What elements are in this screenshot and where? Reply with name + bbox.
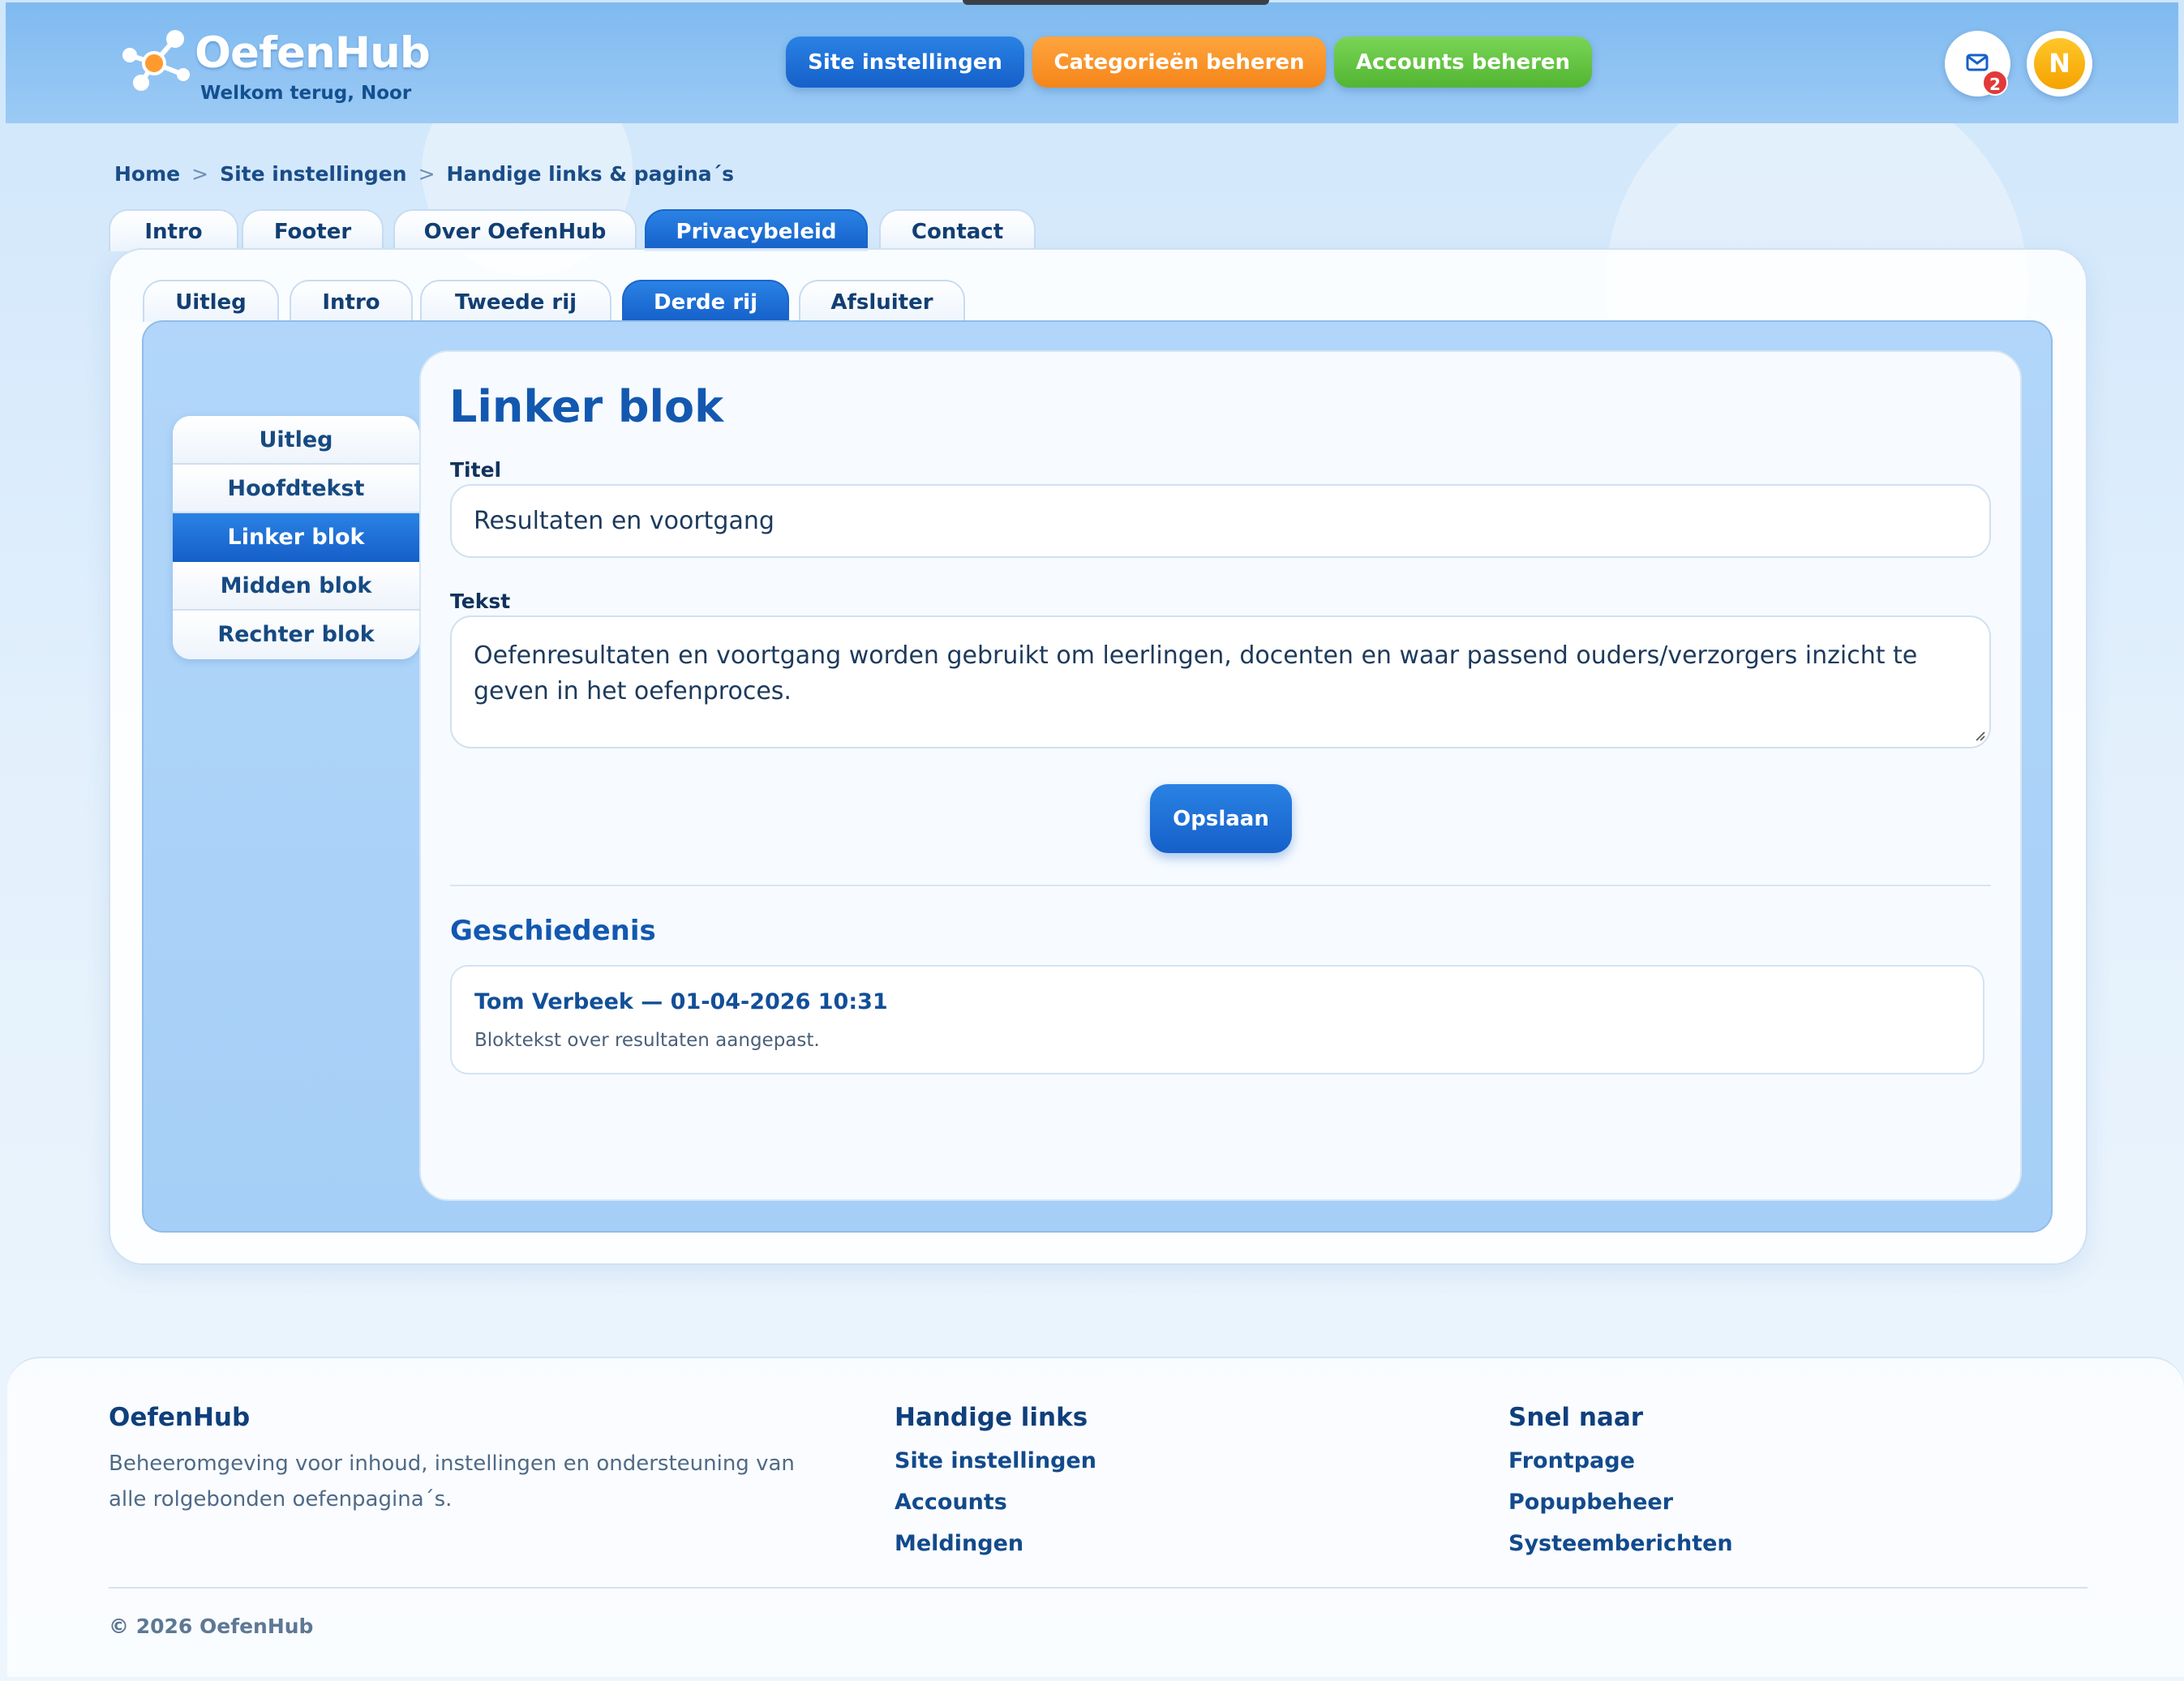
title-input[interactable]: [450, 484, 1991, 558]
footer-link-systeemberichten[interactable]: Systeemberichten: [1508, 1531, 1733, 1556]
top-header: OefenHub Welkom terug, Noor Site instell…: [6, 0, 2178, 123]
footer-copyright: © 2026 OefenHub: [109, 1615, 314, 1638]
subtab-tweede-rij[interactable]: Tweede rij: [420, 280, 611, 322]
tab-privacybeleid[interactable]: Privacybeleid: [645, 209, 868, 251]
side-menu-rechter-blok[interactable]: Rechter blok: [173, 611, 419, 659]
mail-button[interactable]: 2: [1945, 31, 2010, 96]
manage-accounts-button[interactable]: Accounts beheren: [1334, 36, 1592, 88]
tab-intro[interactable]: Intro: [109, 209, 238, 251]
breadcrumb-separator: >: [418, 162, 436, 186]
welcome-text: Welkom terug, Noor: [200, 83, 412, 104]
footer-title-handige-links: Handige links: [895, 1403, 1088, 1432]
subtab-derde-rij[interactable]: Derde rij: [622, 280, 789, 322]
avatar[interactable]: N: [2027, 31, 2092, 96]
mail-icon: [1966, 54, 1989, 71]
breadcrumb-current: Handige links & pagina´s: [446, 162, 735, 186]
side-menu-linker-blok[interactable]: Linker blok: [173, 513, 419, 562]
save-button[interactable]: Opslaan: [1150, 784, 1292, 853]
tab-footer[interactable]: Footer: [242, 209, 384, 251]
footer-link-site-settings[interactable]: Site instellingen: [895, 1448, 1096, 1473]
history-item: Tom Verbeek — 01-04-2026 10:31 Bloktekst…: [450, 965, 1984, 1074]
breadcrumb-separator: >: [191, 162, 209, 186]
section-divider: [450, 885, 1991, 886]
tab-over-oefenhub[interactable]: Over OefenHub: [393, 209, 637, 251]
footer-link-frontpage[interactable]: Frontpage: [1508, 1448, 1635, 1473]
avatar-initial: N: [2034, 38, 2085, 89]
breadcrumb-site-settings[interactable]: Site instellingen: [220, 162, 407, 186]
title-label: Titel: [450, 458, 502, 482]
footer-link-meldingen[interactable]: Meldingen: [895, 1531, 1023, 1556]
side-menu-hoofdtekst[interactable]: Hoofdtekst: [173, 465, 419, 513]
tab-contact[interactable]: Contact: [879, 209, 1036, 251]
text-textarea[interactable]: Oefenresultaten en voortgang worden gebr…: [450, 615, 1991, 748]
footer-link-popupbeheer[interactable]: Popupbeheer: [1508, 1490, 1673, 1515]
text-label: Tekst: [450, 590, 511, 613]
resize-grip-icon[interactable]: [1973, 729, 1986, 742]
footer-title-snel-naar: Snel naar: [1508, 1403, 1644, 1432]
logo-text: OefenHub: [195, 28, 431, 78]
notification-badge: 2: [1982, 70, 2008, 96]
page-title: Linker blok: [449, 381, 724, 432]
side-menu-midden-blok[interactable]: Midden blok: [173, 562, 419, 611]
history-heading: Tom Verbeek — 01-04-2026 10:31: [474, 989, 888, 1014]
subtab-uitleg[interactable]: Uitleg: [143, 280, 279, 322]
logo[interactable]: OefenHub Welkom terug, Noor: [111, 20, 436, 109]
side-menu: Uitleg Hoofdtekst Linker blok Midden blo…: [173, 416, 419, 659]
footer-divider: [109, 1587, 2087, 1589]
manage-categories-button[interactable]: Categorieën beheren: [1032, 36, 1326, 88]
molecule-logo-icon: [122, 30, 190, 91]
history-text: Bloktekst over resultaten aangepast.: [474, 1030, 820, 1051]
subtab-intro[interactable]: Intro: [290, 280, 413, 322]
footer-link-accounts[interactable]: Accounts: [895, 1490, 1007, 1515]
footer-description: Beheeromgeving voor inhoud, instellingen…: [109, 1452, 795, 1512]
subtab-afsluiter[interactable]: Afsluiter: [799, 280, 965, 322]
footer-title-oefenhub: OefenHub: [109, 1403, 251, 1432]
history-title: Geschiedenis: [450, 915, 656, 947]
window-notch: [963, 0, 1269, 5]
side-menu-uitleg[interactable]: Uitleg: [173, 416, 419, 465]
site-settings-button[interactable]: Site instellingen: [786, 36, 1024, 88]
breadcrumb-home[interactable]: Home: [114, 162, 180, 186]
breadcrumb: Home > Site instellingen > Handige links & p…: [114, 162, 734, 186]
